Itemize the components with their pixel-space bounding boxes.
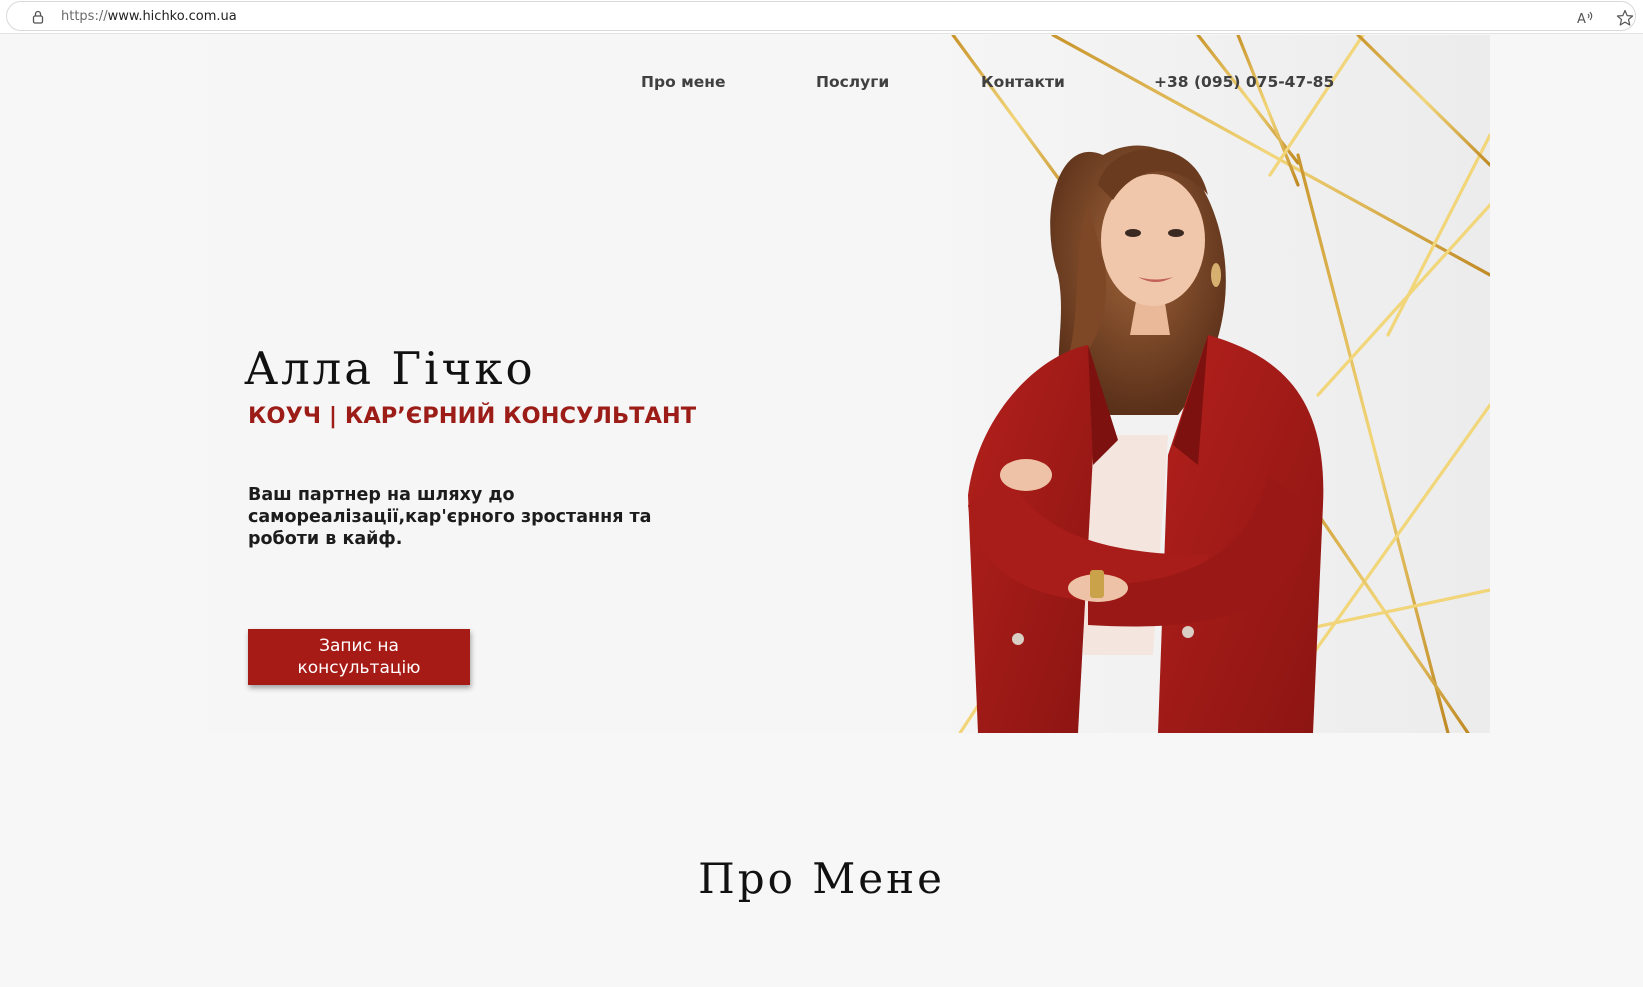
nav-link-phone[interactable]: +38 (095) 075-47-85	[1154, 73, 1334, 91]
main-navigation: Про мене Послуги Контакти +38 (095) 075-…	[208, 73, 1490, 97]
read-aloud-icon[interactable]: A	[1577, 10, 1595, 26]
hero-name-heading: Алла Гічко	[244, 342, 536, 395]
lock-icon[interactable]	[31, 10, 45, 24]
address-bar[interactable]: https://www.hichko.com.ua A	[6, 1, 1636, 31]
book-consultation-button[interactable]: Запис на консультацію	[248, 629, 470, 685]
hero-role-subtitle: КОУЧ | КАР’ЄРНИЙ КОНСУЛЬТАНТ	[248, 403, 697, 429]
hero-section: Про мене Послуги Контакти +38 (095) 075-…	[208, 35, 1490, 733]
hero-tagline: Ваш партнер на шляху до самореалізації,к…	[248, 485, 652, 549]
about-section-title: Про Мене	[698, 854, 945, 903]
url-text[interactable]: https://www.hichko.com.ua	[61, 9, 237, 24]
browser-toolbar: https://www.hichko.com.ua A	[0, 0, 1643, 34]
favorite-star-icon[interactable]	[1616, 9, 1634, 27]
nav-link-contacts[interactable]: Контакти	[981, 73, 1065, 91]
svg-text:A: A	[1577, 12, 1586, 26]
nav-link-services[interactable]: Послуги	[816, 73, 889, 91]
nav-link-about[interactable]: Про мене	[641, 73, 726, 91]
